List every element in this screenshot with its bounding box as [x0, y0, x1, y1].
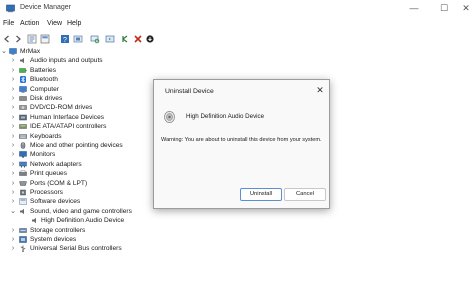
monitor-icon: [19, 151, 27, 159]
menu-bar: File Action View Help: [0, 19, 474, 32]
chevron-right-icon[interactable]: ›: [10, 141, 16, 150]
dvd-drive-icon: [19, 105, 27, 111]
menu-help[interactable]: Help: [67, 20, 81, 27]
uninstall-device-dialog: Uninstall Device ✕ High Definition Audio…: [153, 79, 330, 209]
chevron-down-icon[interactable]: ⌄: [1, 47, 7, 56]
tree-item-label: Software devices: [30, 198, 81, 206]
close-window-button[interactable]: ✕: [459, 2, 473, 15]
chevron-right-icon[interactable]: ›: [10, 66, 16, 75]
tree-item-label: Human Interface Devices: [30, 113, 105, 121]
tree-subitem-label: High Definition Audio Device: [41, 217, 125, 225]
speaker-icon: [164, 111, 175, 123]
disk-drive-icon: [19, 96, 27, 101]
menu-file[interactable]: File: [3, 20, 14, 27]
storage-controller-icon: [19, 227, 27, 233]
mouse-icon: [20, 142, 26, 149]
ide-controller-icon: [19, 124, 27, 129]
keyboard-icon: [19, 133, 27, 139]
menu-action[interactable]: Action: [20, 20, 39, 27]
speaker-icon: [20, 208, 24, 214]
help-icon[interactable]: ?: [60, 34, 70, 44]
chevron-right-icon[interactable]: ›: [10, 94, 16, 103]
refresh-icon[interactable]: [145, 34, 155, 44]
software-device-icon: [19, 198, 27, 206]
tree-item-label: Mice and other pointing devices: [30, 142, 123, 149]
tree-item-label: Computer: [30, 85, 59, 93]
chevron-right-icon[interactable]: ›: [10, 132, 16, 141]
tree-item-label: Network adapters: [30, 160, 82, 168]
show-hidden-icon[interactable]: [73, 34, 83, 44]
dialog-title: Uninstall Device: [165, 88, 214, 95]
chevron-right-icon[interactable]: ›: [10, 122, 16, 131]
tree-item-label: Ports (COM & LPT): [30, 179, 88, 187]
chevron-right-icon[interactable]: ›: [10, 160, 16, 169]
chevron-down-icon[interactable]: ⌄: [10, 207, 16, 216]
tree-item-label: Keyboards: [30, 132, 62, 140]
tree-item-label: System devices: [30, 236, 77, 243]
speaker-icon: [20, 58, 24, 64]
battery-icon: [19, 68, 27, 73]
uninstall-button[interactable]: Uninstall: [240, 188, 282, 201]
chevron-right-icon[interactable]: ›: [10, 113, 16, 122]
tree-item-label: Print queues: [30, 170, 68, 178]
tree-item-label: Storage controllers: [30, 226, 86, 234]
chevron-right-icon[interactable]: ›: [10, 85, 16, 94]
printer-icon: [19, 170, 27, 176]
speaker-icon: [32, 217, 36, 224]
hid-icon: [19, 114, 27, 121]
tree-item-label: Bluetooth: [30, 76, 58, 84]
chevron-right-icon[interactable]: ›: [10, 169, 16, 178]
chevron-right-icon[interactable]: ›: [10, 188, 16, 197]
dialog-warning-text: Warning: You are about to uninstall this…: [161, 137, 322, 143]
chevron-right-icon[interactable]: ›: [10, 150, 16, 159]
usb-icon: [20, 245, 26, 253]
tree-item-label: Disk drives: [30, 95, 63, 102]
computer-icon: [19, 85, 27, 93]
dialog-device-name: High Definition Audio Device: [186, 113, 265, 120]
update-driver-icon[interactable]: [105, 34, 115, 44]
disable-icon[interactable]: [120, 34, 130, 44]
computer-icon: [9, 48, 17, 55]
details-icon[interactable]: [40, 34, 50, 44]
network-adapter-icon: [19, 161, 27, 168]
chevron-right-icon[interactable]: ›: [10, 197, 16, 206]
window-title: Device Manager: [20, 4, 71, 11]
chevron-right-icon[interactable]: ›: [10, 75, 16, 84]
chevron-right-icon[interactable]: ›: [10, 235, 16, 244]
system-device-icon: [19, 236, 27, 243]
processor-icon: [20, 189, 26, 196]
cancel-button[interactable]: Cancel: [284, 188, 326, 201]
menu-view[interactable]: View: [47, 20, 62, 27]
back-icon[interactable]: [2, 34, 12, 44]
tree-item-label: Processors: [30, 189, 63, 196]
tree-item-label: DVD/CD-ROM drives: [30, 104, 93, 112]
close-icon[interactable]: ✕: [314, 84, 326, 96]
maximize-button[interactable]: ☐: [437, 2, 451, 15]
scan-icon[interactable]: [90, 34, 100, 44]
chevron-right-icon[interactable]: ›: [10, 244, 16, 253]
tree-item-label: Monitors: [30, 151, 56, 159]
tree-item-label: Batteries: [30, 66, 57, 74]
svg-text:?: ?: [63, 37, 67, 44]
chevron-right-icon[interactable]: ›: [10, 56, 16, 65]
tree-item-label: Universal Serial Bus controllers: [30, 245, 122, 253]
bluetooth-icon: [20, 76, 26, 84]
toolbar: ?: [0, 33, 474, 46]
forward-icon[interactable]: [13, 34, 23, 44]
properties-icon[interactable]: [27, 34, 37, 44]
port-icon: [19, 180, 27, 186]
title-bar: Device Manager — ☐ ✕: [0, 0, 474, 17]
chevron-right-icon[interactable]: ›: [10, 179, 16, 188]
device-manager-icon: [6, 4, 15, 13]
chevron-right-icon[interactable]: ›: [10, 226, 16, 235]
tree-item-label: Sound, video and game controllers: [30, 207, 132, 215]
uninstall-icon[interactable]: [133, 34, 143, 44]
tree-item-label: IDE ATA/ATAPI controllers: [30, 123, 107, 131]
chevron-right-icon[interactable]: ›: [10, 103, 16, 112]
tree-root-label: MrMax: [20, 48, 41, 55]
tree-item-label: Audio inputs and outputs: [30, 57, 103, 65]
minimize-button[interactable]: —: [407, 2, 421, 15]
